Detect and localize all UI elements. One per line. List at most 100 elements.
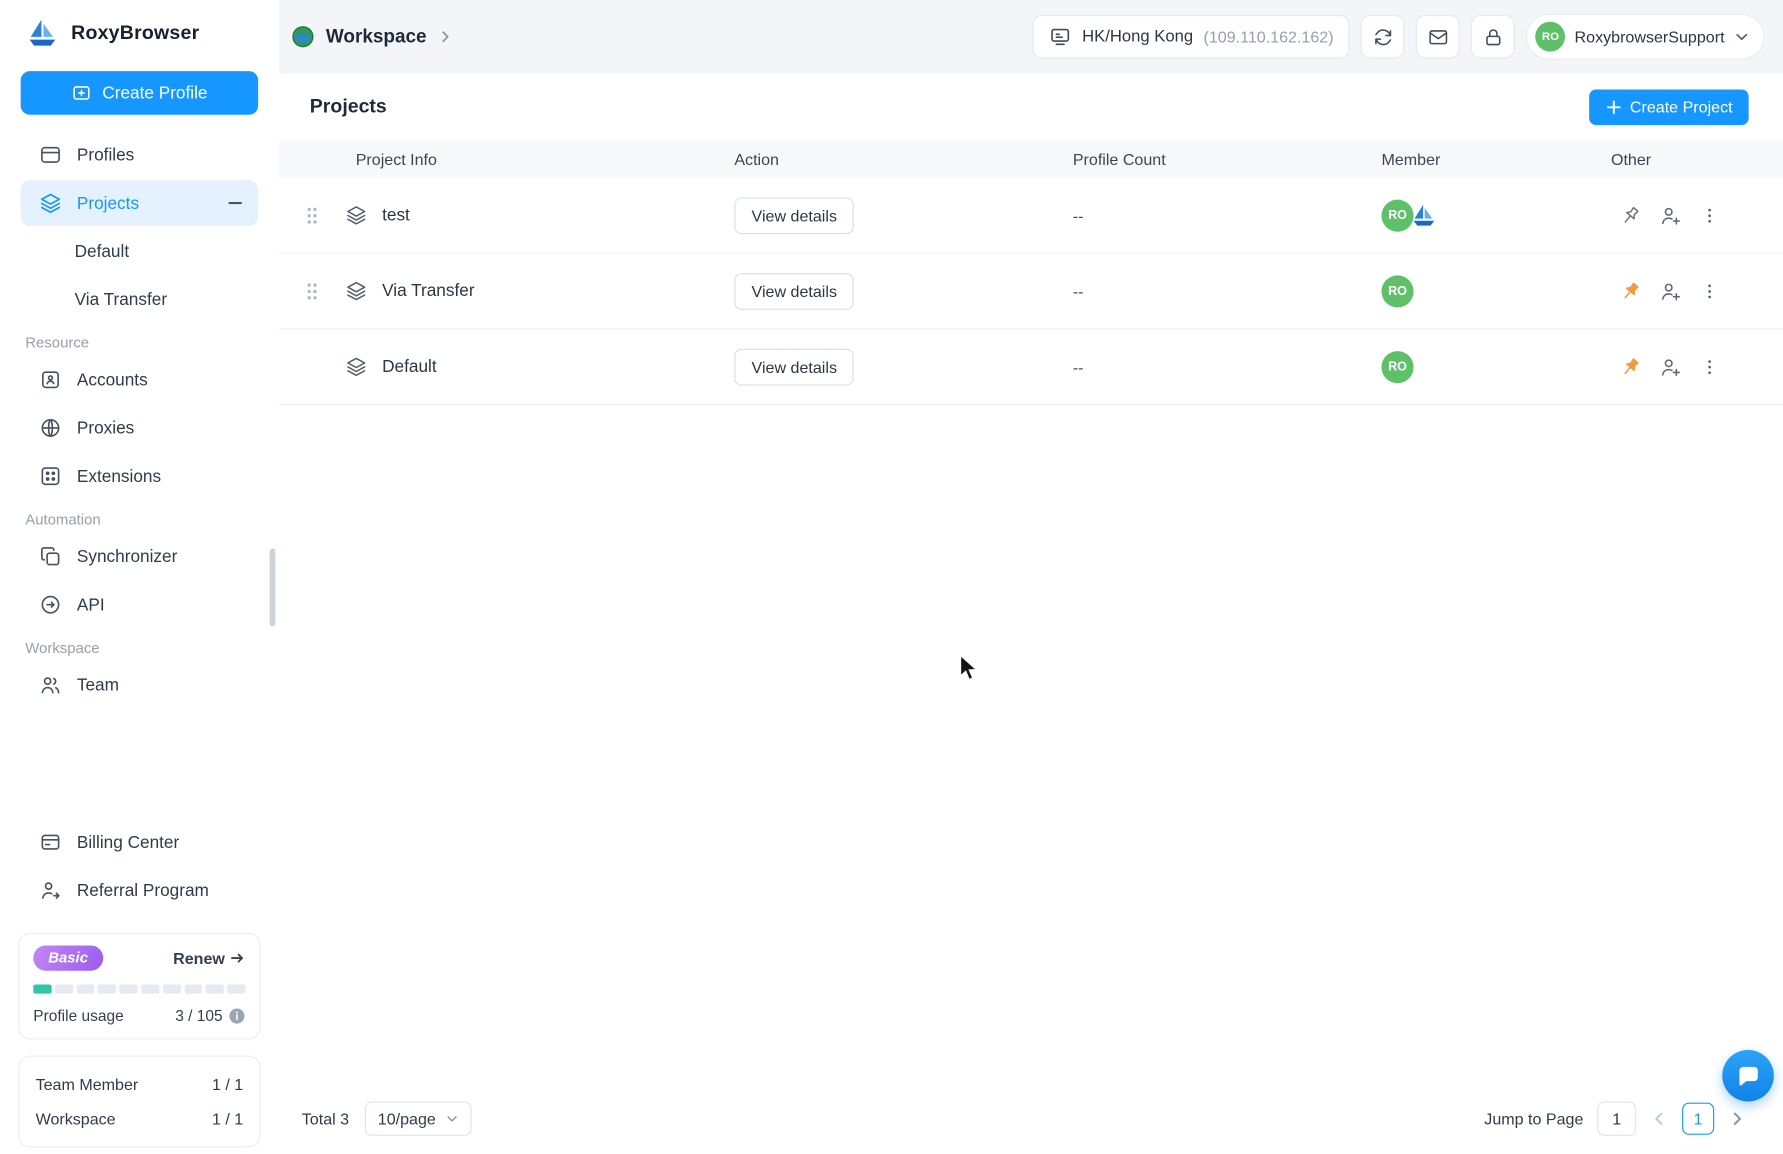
view-details-button[interactable]: View details <box>734 348 855 385</box>
stat-value: 1 / 1 <box>211 1075 244 1094</box>
sidebar-item-label: Team <box>76 675 119 695</box>
sidebar-item-synchronizer[interactable]: Synchronizer <box>21 534 259 580</box>
sidebar-item-api[interactable]: API <box>21 582 259 628</box>
pin-icon[interactable] <box>1619 355 1642 378</box>
next-page-icon[interactable] <box>1726 1107 1749 1130</box>
sidebar-item-billing-center[interactable]: Billing Center <box>21 819 259 865</box>
stat-team-member: Team Member 1 / 1 <box>33 1071 245 1099</box>
pin-icon[interactable] <box>1619 279 1642 302</box>
mail-icon <box>1429 29 1447 44</box>
breadcrumb[interactable]: Workspace <box>290 24 453 49</box>
sidebar-item-proxies[interactable]: Proxies <box>21 405 259 451</box>
profiles-icon <box>41 146 60 163</box>
create-profile-button[interactable]: Create Profile <box>20 71 259 115</box>
stat-label: Workspace <box>35 1109 116 1128</box>
more-options-icon[interactable] <box>1699 281 1720 302</box>
pagination-bar: Total 3 10/page Jump to Page 1 <box>279 1083 1783 1154</box>
sidebar-subitem-default[interactable]: Default <box>21 228 259 274</box>
sidebar-item-label: Accounts <box>76 370 148 390</box>
usage-progress-bar <box>33 984 246 994</box>
app-logo[interactable]: RoxyBrowser <box>0 0 279 67</box>
team-logo-icon <box>1410 201 1438 229</box>
table-header: Project Info Action Profile Count Member… <box>278 139 1783 178</box>
plus-icon <box>1606 99 1621 114</box>
sidebar-subitem-via-transfer[interactable]: Via Transfer <box>21 277 259 323</box>
sidebar-item-extensions[interactable]: Extensions <box>21 453 259 499</box>
drag-handle-icon[interactable] <box>304 282 320 300</box>
sidebar-item-accounts[interactable]: Accounts <box>21 357 259 403</box>
top-bar: Workspace HK/Hong Kong (109.110.162.162) <box>279 0 1783 73</box>
sidebar-scrollbar[interactable] <box>269 548 276 627</box>
section-title-resource: Resource <box>25 333 90 352</box>
account-menu[interactable]: RO RoxybrowserSupport <box>1526 13 1765 60</box>
renew-link[interactable]: Renew <box>173 949 245 967</box>
chevron-down-icon <box>1736 33 1748 41</box>
sidebar-item-projects[interactable]: Projects <box>20 180 259 227</box>
lock-button[interactable] <box>1471 14 1515 59</box>
project-name: test <box>382 205 410 225</box>
chevron-down-icon <box>447 1116 457 1122</box>
drag-handle-icon[interactable] <box>304 206 320 224</box>
table-empty-area <box>279 405 1783 1083</box>
collapse-minus-icon[interactable] <box>226 194 244 212</box>
view-details-button[interactable]: View details <box>734 196 855 234</box>
jump-to-page-label: Jump to Page <box>1484 1109 1584 1128</box>
accounts-icon <box>42 371 59 389</box>
sidebar-item-label: Synchronizer <box>76 546 178 567</box>
sidebar-item-label: Proxies <box>76 418 135 438</box>
more-options-icon[interactable] <box>1699 356 1720 377</box>
mail-button[interactable] <box>1416 14 1460 59</box>
add-member-icon[interactable] <box>1659 355 1682 378</box>
sidebar-item-label: Projects <box>76 193 140 213</box>
profile-count: -- <box>1072 205 1084 225</box>
plan-badge: Basic <box>33 945 103 971</box>
add-member-icon[interactable] <box>1659 204 1682 227</box>
projects-panel: Projects Create Project Project Info Act… <box>278 73 1783 1154</box>
team-icon <box>41 677 60 694</box>
col-project-info: Project Info <box>355 149 437 169</box>
layers-icon <box>347 281 366 301</box>
more-options-icon[interactable] <box>1699 205 1720 226</box>
arrow-right-icon <box>231 953 243 963</box>
sidebar-item-team[interactable]: Team <box>21 662 259 708</box>
member-avatar: RO <box>1381 274 1414 307</box>
profile-count: -- <box>1072 281 1084 301</box>
chat-support-button[interactable] <box>1722 1049 1774 1102</box>
renew-label: Renew <box>173 948 225 968</box>
section-title-workspace: Workspace <box>25 639 100 657</box>
globe-icon <box>41 419 60 437</box>
member-avatar: RO <box>1381 350 1414 383</box>
prev-page-icon[interactable] <box>1648 1107 1671 1130</box>
table-row: Default View details -- RO <box>278 329 1783 406</box>
account-name: RoxybrowserSupport <box>1574 27 1725 46</box>
sidebar-item-profiles[interactable]: Profiles <box>21 132 259 178</box>
ip-detect-icon <box>1051 28 1070 46</box>
page-size-value: 10/page <box>377 1109 436 1128</box>
ip-location-box[interactable]: HK/Hong Kong (109.110.162.162) <box>1032 14 1350 59</box>
table-row: Via Transfer View details -- RO <box>278 254 1783 330</box>
api-icon <box>41 595 60 614</box>
sidebar-item-referral-program[interactable]: Referral Program <box>21 867 259 913</box>
create-profile-label: Create Profile <box>102 83 208 103</box>
workspace-globe-icon <box>292 26 314 48</box>
info-icon[interactable] <box>228 1007 245 1024</box>
create-project-button[interactable]: Create Project <box>1588 88 1749 125</box>
page-title: Projects <box>309 95 387 118</box>
profile-count: -- <box>1072 357 1084 376</box>
stat-value: 1 / 1 <box>211 1109 244 1128</box>
create-profile-icon <box>73 86 90 100</box>
pin-icon[interactable] <box>1619 204 1642 227</box>
usage-label: Profile usage <box>33 1007 124 1025</box>
referral-icon <box>42 882 60 899</box>
table-row: test View details -- RO <box>278 178 1783 254</box>
view-details-button[interactable]: View details <box>734 272 855 310</box>
synchronizer-icon <box>41 547 60 566</box>
add-member-icon[interactable] <box>1659 279 1682 302</box>
page-number-button[interactable]: 1 <box>1682 1102 1715 1135</box>
refresh-button[interactable] <box>1361 14 1405 59</box>
sidebar-item-label: Referral Program <box>76 880 209 901</box>
page-size-select[interactable]: 10/page <box>365 1101 472 1136</box>
chevron-right-icon <box>441 31 449 43</box>
section-title-automation: Automation <box>25 510 101 528</box>
jump-to-page-input[interactable] <box>1597 1101 1637 1136</box>
